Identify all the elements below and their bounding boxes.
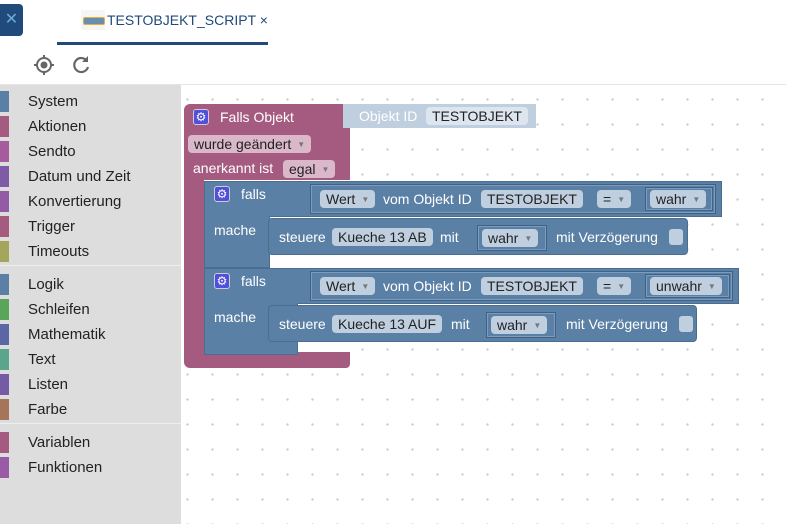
- sidebar-item-label: Text: [28, 351, 56, 368]
- delay-label: mit Verzögerung: [566, 316, 668, 332]
- sidebar-item-system[interactable]: System: [0, 89, 181, 114]
- setvalue-dropdown[interactable]: wahr ▼: [491, 316, 548, 334]
- sidebar-item-datum-und-zeit[interactable]: Datum und Zeit: [0, 164, 181, 189]
- sidebar-item-label: Konvertierung: [28, 193, 122, 210]
- sidebar-item-label: System: [28, 93, 79, 110]
- mache-label: mache: [214, 309, 257, 325]
- vom-label: vom Objekt ID: [383, 278, 472, 294]
- tab-testobjekt-script[interactable]: TESTOBJEKT_SCRIPT ×: [57, 0, 268, 45]
- gear-icon[interactable]: ⚙: [214, 186, 230, 202]
- event-dropdown[interactable]: wurde geändert ▼: [188, 135, 312, 153]
- blockly-icon: [81, 10, 105, 30]
- sidebar-item-text[interactable]: Text: [0, 347, 181, 372]
- setvalue-dropdown[interactable]: wahr ▼: [482, 229, 539, 247]
- control-block-2[interactable]: steuere Kueche 13 AUF mit wahr ▼ mit Verz…: [268, 305, 697, 342]
- sidebar-item-label: Farbe: [28, 401, 68, 418]
- trigger-title: Falls Objekt: [220, 109, 294, 125]
- divider: [0, 265, 181, 266]
- sidebar-item-timeouts[interactable]: Timeouts: [0, 239, 181, 264]
- compare-block[interactable]: Wert ▼ vom Objekt ID TESTOBJEKT = ▼ unwahr…: [310, 271, 733, 301]
- sidebar-item-label: Trigger: [28, 218, 75, 235]
- category-color-swatch: [0, 299, 9, 320]
- category-color-swatch: [0, 116, 9, 137]
- sidebar-item-aktionen[interactable]: Aktionen: [0, 114, 181, 139]
- value-dropdown[interactable]: unwahr ▼: [650, 277, 722, 295]
- sidebar-item-label: Aktionen: [28, 118, 87, 135]
- gear-icon[interactable]: ⚙: [214, 273, 230, 289]
- category-color-swatch: [0, 324, 9, 345]
- operator-dropdown[interactable]: = ▼: [597, 277, 632, 295]
- sidebar-item-label: Logik: [28, 276, 64, 293]
- mache-label: mache: [214, 222, 257, 238]
- mit-label: mit: [440, 229, 459, 245]
- sidebar-item-label: Funktionen: [28, 459, 103, 476]
- object-field[interactable]: TESTOBJEKT: [481, 190, 583, 208]
- target-field[interactable]: Kueche 13 AB: [332, 228, 433, 246]
- delay-label: mit Verzögerung: [556, 229, 658, 245]
- category-color-swatch: [0, 241, 9, 262]
- close-panel-button[interactable]: ✕: [0, 4, 23, 36]
- object-id-label: Objekt ID: [359, 108, 418, 124]
- category-color-swatch: [0, 432, 9, 453]
- sidebar-item-sendto[interactable]: Sendto: [0, 139, 181, 164]
- sidebar-item-mathematik[interactable]: Mathematik: [0, 322, 181, 347]
- toolbox-sidebar: System Aktionen Sendto Datum und Zeit Konver…: [0, 85, 181, 524]
- category-color-swatch: [0, 374, 9, 395]
- sidebar-item-label: Schleifen: [28, 301, 90, 318]
- object-field[interactable]: TESTOBJEKT: [481, 277, 583, 295]
- category-color-swatch: [0, 399, 9, 420]
- operator-dropdown[interactable]: = ▼: [597, 190, 632, 208]
- category-color-swatch: [0, 91, 9, 112]
- control-block-1[interactable]: steuere Kueche 13 AB mit wahr ▼ mit Verzö…: [268, 218, 688, 255]
- divider: [0, 423, 181, 424]
- sidebar-item-funktionen[interactable]: Funktionen: [0, 455, 181, 480]
- sidebar-item-label: Sendto: [28, 143, 76, 160]
- category-color-swatch: [0, 216, 9, 237]
- target-field[interactable]: Kueche 13 AUF: [332, 315, 443, 333]
- attr-dropdown[interactable]: Wert ▼: [320, 277, 376, 295]
- tab-close-icon[interactable]: ×: [260, 12, 268, 28]
- category-color-swatch: [0, 166, 9, 187]
- delay-checkbox[interactable]: [679, 316, 693, 332]
- category-color-swatch: [0, 457, 9, 478]
- steuere-label: steuere: [279, 316, 326, 332]
- vom-label: vom Objekt ID: [383, 191, 472, 207]
- sidebar-item-label: Mathematik: [28, 326, 106, 343]
- sidebar-item-listen[interactable]: Listen: [0, 372, 181, 397]
- delay-checkbox[interactable]: [669, 229, 683, 245]
- falls-label: falls: [241, 186, 266, 202]
- sidebar-item-label: Datum und Zeit: [28, 168, 131, 185]
- close-icon: ✕: [4, 11, 19, 28]
- sidebar-item-schleifen[interactable]: Schleifen: [0, 297, 181, 322]
- object-id-block[interactable]: Objekt ID TESTOBJEKT: [343, 104, 536, 128]
- sidebar-item-label: Variablen: [28, 434, 91, 451]
- attr-dropdown[interactable]: Wert ▼: [320, 190, 376, 208]
- mit-label: mit: [451, 316, 470, 332]
- sidebar-item-konvertierung[interactable]: Konvertierung: [0, 189, 181, 214]
- target-icon[interactable]: [32, 53, 56, 77]
- category-color-swatch: [0, 141, 9, 162]
- tab-title: TESTOBJEKT_SCRIPT: [107, 12, 256, 28]
- falls-label: falls: [241, 273, 266, 289]
- toolbar: [0, 45, 786, 85]
- sidebar-item-trigger[interactable]: Trigger: [0, 214, 181, 239]
- refresh-icon[interactable]: [69, 53, 93, 77]
- sidebar-item-label: Timeouts: [28, 243, 90, 260]
- ack-label: anerkannt ist: [193, 160, 274, 176]
- gear-icon[interactable]: ⚙: [193, 109, 209, 125]
- sidebar-item-logik[interactable]: Logik: [0, 272, 181, 297]
- steuere-label: steuere: [279, 229, 326, 245]
- sidebar-item-label: Listen: [28, 376, 69, 393]
- sidebar-item-farbe[interactable]: Farbe: [0, 397, 181, 422]
- value-dropdown[interactable]: wahr ▼: [650, 190, 707, 208]
- object-id-field[interactable]: TESTOBJEKT: [426, 107, 528, 125]
- category-color-swatch: [0, 349, 9, 370]
- ack-dropdown[interactable]: egal ▼: [283, 160, 336, 178]
- compare-block[interactable]: Wert ▼ vom Objekt ID TESTOBJEKT = ▼ wahr ▼: [310, 184, 716, 214]
- sidebar-item-variablen[interactable]: Variablen: [0, 430, 181, 455]
- category-color-swatch: [0, 274, 9, 295]
- category-color-swatch: [0, 191, 9, 212]
